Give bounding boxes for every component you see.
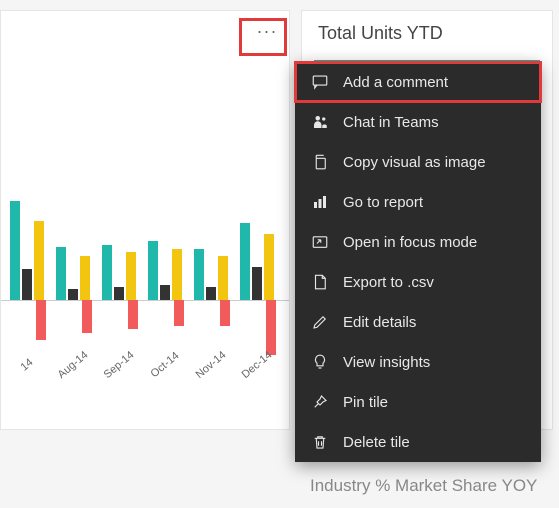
x-axis-label: Sep-14: [98, 346, 139, 383]
x-axis-label: Oct-14: [144, 346, 185, 383]
bar-negative: [36, 300, 46, 340]
menu-label: Edit details: [343, 314, 416, 331]
bar: [114, 287, 124, 300]
focus-icon: [311, 233, 329, 251]
x-axis-label: Aug-14: [52, 346, 93, 383]
lightbulb-icon: [311, 353, 329, 371]
x-axis-label: Dec-14: [236, 346, 277, 383]
bar-negative: [82, 300, 92, 333]
bar-group: [143, 241, 187, 300]
menu-label: Copy visual as image: [343, 154, 486, 171]
menu-label: Delete tile: [343, 434, 410, 451]
menu-pin-tile[interactable]: Pin tile: [295, 382, 541, 422]
x-axis-label: 14: [6, 346, 47, 383]
menu-chat-teams[interactable]: Chat in Teams: [295, 102, 541, 142]
bar: [194, 249, 204, 300]
menu-label: Pin tile: [343, 394, 388, 411]
bar: [160, 285, 170, 300]
bar: [206, 287, 216, 300]
bar-group: [235, 223, 279, 300]
bar-chart: 14Aug-14Sep-14Oct-14Nov-14Dec-14: [1, 51, 289, 391]
x-axis-label: Nov-14: [190, 346, 231, 383]
tile-context-menu: Add a comment Chat in Teams Copy visual …: [295, 62, 541, 462]
trash-icon: [311, 433, 329, 451]
bar: [10, 201, 20, 300]
menu-focus-mode[interactable]: Open in focus mode: [295, 222, 541, 262]
bar: [126, 252, 136, 300]
menu-go-to-report[interactable]: Go to report: [295, 182, 541, 222]
menu-delete-tile[interactable]: Delete tile: [295, 422, 541, 462]
edit-icon: [311, 313, 329, 331]
bar-group: [5, 201, 49, 300]
bar: [240, 223, 250, 300]
bar: [148, 241, 158, 300]
bar: [172, 249, 182, 300]
bar: [68, 289, 78, 300]
export-icon: [311, 273, 329, 291]
bar-group: [51, 247, 95, 300]
bar: [252, 267, 262, 300]
comment-icon: [311, 73, 329, 91]
menu-label: Export to .csv: [343, 274, 434, 291]
bar: [22, 269, 32, 300]
menu-export-csv[interactable]: Export to .csv: [295, 262, 541, 302]
bar-negative: [128, 300, 138, 329]
menu-add-comment[interactable]: Add a comment: [295, 62, 541, 102]
menu-label: Open in focus mode: [343, 234, 477, 251]
bar: [264, 234, 274, 300]
tile-title: Total Units YTD: [302, 11, 552, 52]
menu-label: Go to report: [343, 194, 423, 211]
bar-negative: [220, 300, 230, 326]
secondary-tile-title: Industry % Market Share YOY: [310, 476, 537, 496]
copy-icon: [311, 153, 329, 171]
bar: [56, 247, 66, 300]
bar-group: [97, 245, 141, 300]
bar-negative: [174, 300, 184, 326]
menu-view-insights[interactable]: View insights: [295, 342, 541, 382]
menu-label: Add a comment: [343, 74, 448, 91]
bar: [80, 256, 90, 300]
bar: [218, 256, 228, 300]
report-icon: [311, 193, 329, 211]
bar: [34, 221, 44, 300]
bar: [102, 245, 112, 300]
more-options-button[interactable]: ···: [251, 17, 283, 45]
chart-tile: ··· 14Aug-14Sep-14Oct-14Nov-14Dec-14: [0, 10, 290, 430]
pin-icon: [311, 393, 329, 411]
menu-label: View insights: [343, 354, 430, 371]
bar-group: [189, 249, 233, 300]
menu-label: Chat in Teams: [343, 114, 439, 131]
teams-icon: [311, 113, 329, 131]
menu-edit-details[interactable]: Edit details: [295, 302, 541, 342]
menu-copy-visual[interactable]: Copy visual as image: [295, 142, 541, 182]
